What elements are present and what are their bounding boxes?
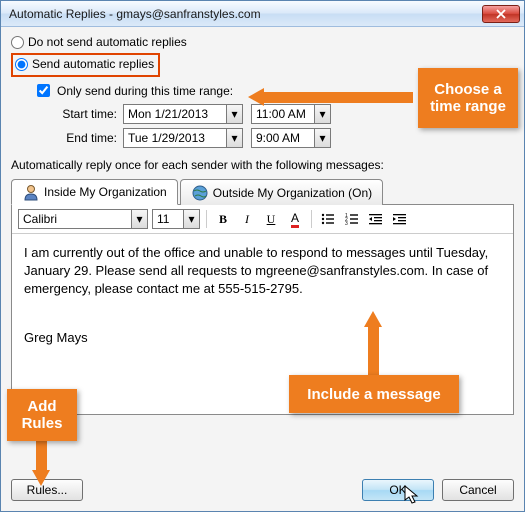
underline-button[interactable]: U: [261, 209, 281, 229]
font-color-button[interactable]: A: [285, 209, 305, 229]
callout-arrow: [36, 441, 47, 471]
separator: [206, 210, 207, 228]
font-family-combo[interactable]: Calibri ▾: [18, 209, 148, 229]
svg-text:3: 3: [345, 221, 348, 226]
font-family-value: Calibri: [19, 212, 131, 226]
font-size-combo[interactable]: 11 ▾: [152, 209, 200, 229]
callout-include-message: Include a message: [289, 375, 459, 413]
start-date-combo[interactable]: Mon 1/21/2013 ▾: [123, 104, 243, 124]
radio-do-not-send-input[interactable]: [11, 36, 24, 49]
close-button[interactable]: [482, 5, 520, 23]
end-time-value: 9:00 AM: [252, 131, 314, 145]
callout-arrow: [368, 326, 379, 376]
titlebar: Automatic Replies - gmays@sanfranstyles.…: [1, 1, 524, 27]
numbered-list-button[interactable]: 123: [342, 209, 362, 229]
chevron-down-icon[interactable]: ▾: [226, 129, 242, 147]
window-title: Automatic Replies - gmays@sanfranstyles.…: [9, 7, 482, 21]
chevron-down-icon[interactable]: ▾: [314, 129, 330, 147]
only-send-label: Only send during this time range:: [57, 84, 233, 98]
start-time-value: 11:00 AM: [252, 107, 314, 121]
ok-button[interactable]: OK: [362, 479, 434, 501]
radio-send-input[interactable]: [15, 58, 28, 71]
chevron-down-icon[interactable]: ▾: [226, 105, 242, 123]
start-time-label: Start time:: [33, 107, 123, 121]
end-time-combo[interactable]: 9:00 AM ▾: [251, 128, 331, 148]
arrow-head-icon: [32, 470, 50, 486]
bold-button[interactable]: B: [213, 209, 233, 229]
chevron-down-icon[interactable]: ▾: [314, 105, 330, 123]
callout-time-range: Choose a time range: [418, 68, 518, 128]
dialog-body: Do not send automatic replies Send autom…: [1, 27, 524, 511]
end-date-combo[interactable]: Tue 1/29/2013 ▾: [123, 128, 243, 148]
chevron-down-icon[interactable]: ▾: [131, 210, 147, 228]
message-body: I am currently out of the office and una…: [24, 244, 501, 299]
italic-button[interactable]: I: [237, 209, 257, 229]
indent-button[interactable]: [390, 209, 410, 229]
arrow-head-icon: [248, 88, 264, 106]
radio-send[interactable]: Send automatic replies: [15, 57, 154, 71]
separator: [311, 210, 312, 228]
editor-toolbar: Calibri ▾ 11 ▾ B I U A 123: [12, 205, 513, 234]
callout-add-rules: Add Rules: [7, 389, 77, 441]
cancel-button[interactable]: Cancel: [442, 479, 514, 501]
chevron-down-icon[interactable]: ▾: [183, 210, 199, 228]
globe-icon: [191, 184, 209, 202]
radio-send-label: Send automatic replies: [32, 57, 154, 71]
tab-outside-organization[interactable]: Outside My Organization (On): [180, 179, 383, 205]
callout-arrow: [263, 92, 413, 103]
tab-inside-organization[interactable]: Inside My Organization: [11, 179, 178, 205]
person-icon: [22, 183, 40, 201]
highlight-send-automatic: Send automatic replies: [11, 53, 160, 77]
start-date-value: Mon 1/21/2013: [124, 107, 226, 121]
outdent-button[interactable]: [366, 209, 386, 229]
tab-outside-label: Outside My Organization (On): [213, 186, 372, 200]
tabs: Inside My Organization Outside My Organi…: [11, 178, 514, 205]
font-size-value: 11: [153, 212, 183, 226]
end-date-value: Tue 1/29/2013: [124, 131, 226, 145]
automatic-replies-dialog: Automatic Replies - gmays@sanfranstyles.…: [0, 0, 525, 512]
arrow-head-icon: [364, 311, 382, 327]
start-time-combo[interactable]: 11:00 AM ▾: [251, 104, 331, 124]
reply-description: Automatically reply once for each sender…: [11, 158, 514, 172]
radio-do-not-send[interactable]: Do not send automatic replies: [11, 35, 514, 49]
end-time-label: End time:: [33, 131, 123, 145]
message-signature: Greg Mays: [24, 329, 501, 347]
only-send-checkbox[interactable]: [37, 84, 50, 97]
dialog-buttons: Rules... OK Cancel: [11, 479, 514, 501]
bullet-list-button[interactable]: [318, 209, 338, 229]
radio-do-not-send-label: Do not send automatic replies: [28, 35, 187, 49]
tab-inside-label: Inside My Organization: [44, 185, 167, 199]
